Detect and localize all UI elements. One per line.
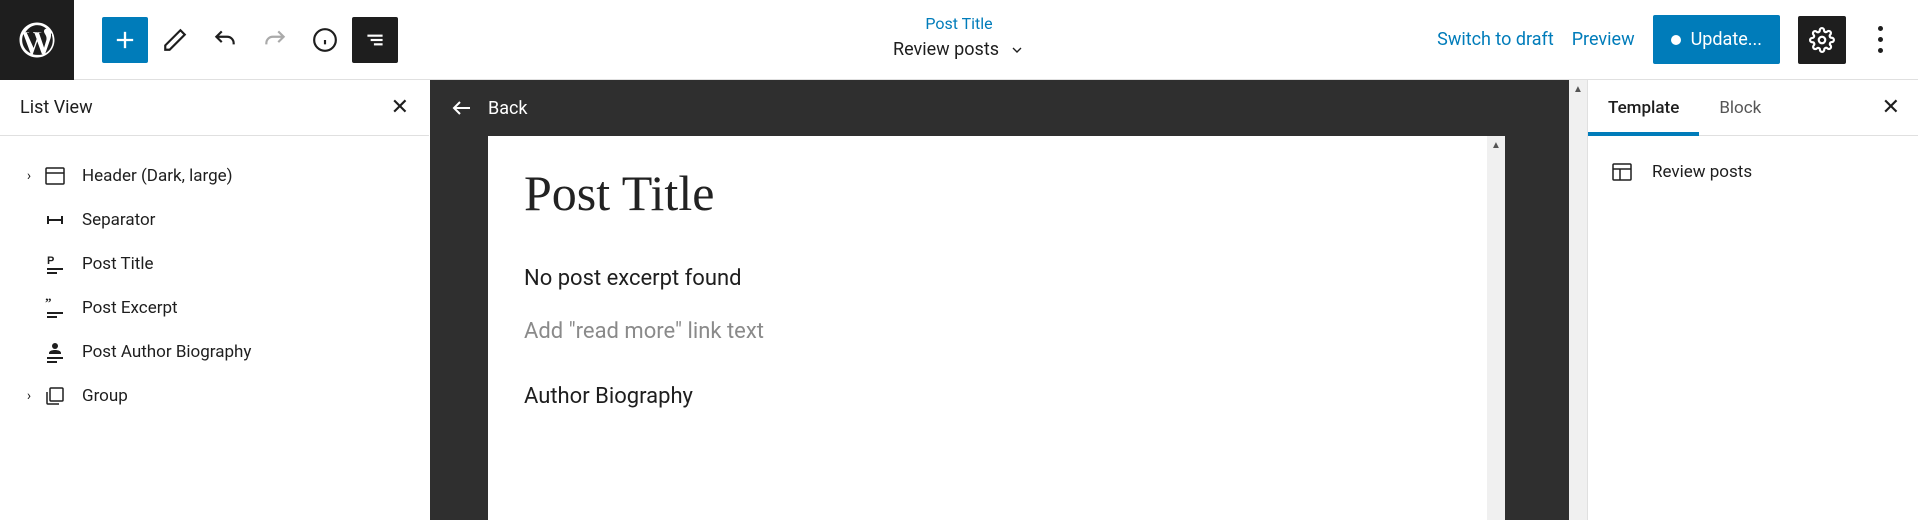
list-item-label: Group [82,386,128,406]
list-item-label: Post Author Biography [82,342,251,362]
template-link-label: Review posts [1652,162,1752,182]
document-title-area: Post Title Review posts [893,14,1025,60]
unsaved-dot-icon [1671,35,1681,45]
update-button[interactable]: Update... [1653,15,1780,64]
tab-template[interactable]: Template [1588,80,1699,135]
redo-icon [262,27,288,53]
svg-text:P: P [47,255,54,267]
document-post-title[interactable]: Post Title [893,14,1025,33]
back-label: Back [488,98,528,119]
canvas-outer-scrollbar[interactable]: ▲ [1569,80,1587,520]
chevron-down-icon [1009,42,1025,58]
post-excerpt-block[interactable]: No post excerpt found [524,266,1451,291]
list-item-separator[interactable]: Separator [6,198,423,242]
more-menu-button[interactable] [1864,16,1896,64]
list-item-label: Header (Dark, large) [82,166,233,186]
template-name: Review posts [893,39,999,60]
post-title-block[interactable]: Post Title [524,164,1451,222]
inspector-tabs: Template Block ✕ [1588,80,1918,136]
list-item-label: Separator [82,210,155,230]
scroll-up-icon: ▲ [1487,136,1505,154]
arrow-left-icon [450,96,474,120]
read-more-input[interactable]: Add "read more" link text [524,319,1451,344]
list-item-header[interactable]: › Header (Dark, large) [6,154,423,198]
dot-icon [1878,48,1883,53]
canvas-inner-scrollbar[interactable]: ▲ [1487,136,1505,520]
list-view-title: List View [20,97,93,118]
wordpress-icon [16,19,58,61]
tab-block[interactable]: Block [1699,80,1781,135]
list-view-header: List View ✕ [0,80,429,136]
editor-canvas: Back Post Title No post excerpt found Ad… [430,80,1587,520]
inspector-body: Review posts [1588,136,1918,208]
canvas-back-button[interactable]: Back [450,96,528,120]
switch-to-draft-button[interactable]: Switch to draft [1437,29,1554,50]
list-view-panel: List View ✕ › Header (Dark, large) Separ… [0,80,430,520]
author-bio-block-icon [40,340,70,364]
group-block-icon [40,384,70,408]
undo-icon [212,27,238,53]
add-block-button[interactable] [102,17,148,63]
expand-chevron-icon[interactable]: › [18,388,40,404]
dot-icon [1878,37,1883,42]
editor-top-bar: Post Title Review posts Switch to draft … [0,0,1918,80]
gear-icon [1809,27,1835,53]
expand-chevron-icon[interactable]: › [18,168,40,184]
list-item-post-title[interactable]: P Post Title [6,242,423,286]
list-item-group[interactable]: › Group [6,374,423,418]
left-toolbar [102,17,398,63]
info-icon [312,27,338,53]
list-item-label: Post Title [82,254,154,274]
svg-text:”: ” [45,296,52,310]
list-item-post-excerpt[interactable]: ” Post Excerpt [6,286,423,330]
post-title-block-icon: P [40,252,70,276]
separator-block-icon [40,208,70,232]
list-view-toggle[interactable] [352,17,398,63]
template-selector[interactable]: Review posts [893,39,1025,60]
inspector-panel: Template Block ✕ Review posts [1587,80,1918,520]
edit-mode-button[interactable] [152,17,198,63]
list-item-author-bio[interactable]: Post Author Biography [6,330,423,374]
info-button[interactable] [302,17,348,63]
canvas-page[interactable]: Post Title No post excerpt found Add "re… [488,136,1487,520]
update-label: Update... [1691,29,1762,50]
list-icon [362,27,388,53]
template-link[interactable]: Review posts [1610,160,1896,184]
plus-icon [111,26,139,54]
author-bio-block[interactable]: Author Biography [524,384,1451,409]
post-excerpt-block-icon: ” [40,296,70,320]
header-block-icon [40,164,70,188]
preview-button[interactable]: Preview [1572,29,1635,50]
list-item-label: Post Excerpt [82,298,178,318]
right-toolbar: Switch to draft Preview Update... [1437,15,1896,64]
pencil-icon [162,27,188,53]
undo-button[interactable] [202,17,248,63]
editor-columns: List View ✕ › Header (Dark, large) Separ… [0,80,1918,520]
list-view-close-button[interactable]: ✕ [391,95,409,120]
scroll-up-icon: ▲ [1569,80,1587,98]
layout-icon [1610,160,1634,184]
wp-logo[interactable] [0,0,74,80]
redo-button[interactable] [252,17,298,63]
inspector-close-button[interactable]: ✕ [1864,80,1918,135]
settings-button[interactable] [1798,16,1846,64]
dot-icon [1878,26,1883,31]
list-view-body: › Header (Dark, large) Separator P Post … [0,136,429,436]
